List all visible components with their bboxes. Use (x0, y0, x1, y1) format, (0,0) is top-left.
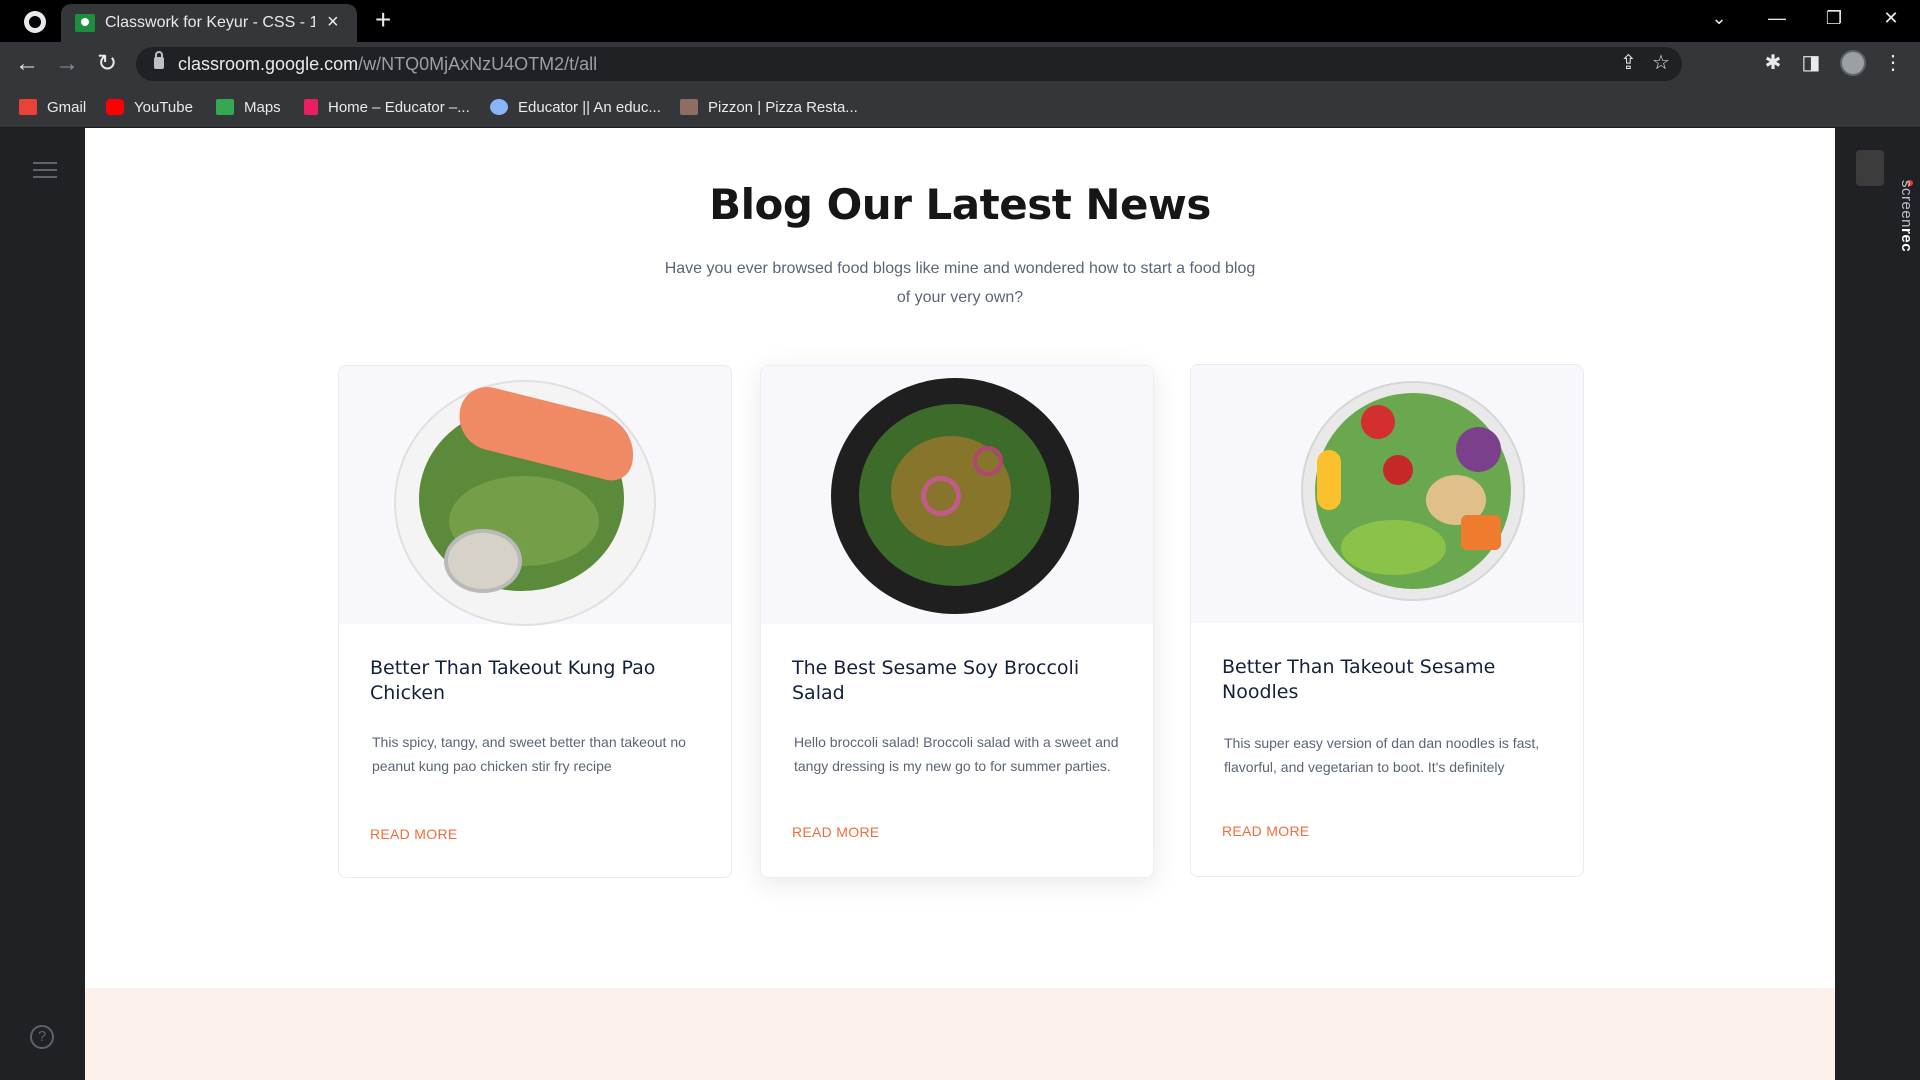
tab-title: Classwork for Keyur - CSS - 10AM (105, 14, 315, 31)
bookmark-educator-home[interactable]: Home – Educator –... (304, 96, 470, 118)
educator-icon (304, 99, 318, 115)
bookmark-label: Gmail (47, 98, 87, 116)
help-icon[interactable]: ? (30, 1025, 54, 1049)
gmail-icon (19, 99, 37, 115)
main-menu-icon[interactable] (33, 162, 57, 178)
bookmark-label: Maps (244, 98, 281, 116)
card-excerpt: This spicy, tangy, and sweet better than… (372, 734, 686, 774)
maps-icon (216, 99, 234, 115)
read-more-link[interactable]: READ MORE (370, 826, 458, 842)
bookmarks-bar: Gmail YouTube Maps Home – Educator –... … (0, 86, 1920, 128)
bookmark-star-icon[interactable]: ☆ (1652, 51, 1670, 75)
read-more-link[interactable]: READ MORE (792, 824, 880, 840)
tab-close-icon[interactable]: × (327, 11, 339, 33)
pizzon-icon (680, 99, 698, 115)
bookmark-educator[interactable]: Educator || An educ... (490, 96, 661, 118)
classroom-favicon-icon (75, 14, 95, 32)
tab-search-chevron-icon[interactable]: ⌄ (1704, 8, 1734, 28)
active-tab[interactable]: Classwork for Keyur - CSS - 10AM × (61, 4, 357, 42)
bookmark-label: YouTube (134, 98, 193, 116)
card-title[interactable]: The Best Sesame Soy Broccoli Salad (792, 656, 1092, 706)
side-panel-icon[interactable]: ◨ (1798, 50, 1824, 76)
bookmark-pizzon[interactable]: Pizzon | Pizza Resta... (680, 96, 858, 118)
blog-card: Better Than Takeout Kung Pao Chicken Thi… (338, 365, 732, 878)
restore-icon[interactable]: ❐ (1819, 8, 1849, 28)
card-excerpt: Hello broccoli salad! Broccoli salad wit… (794, 734, 1119, 774)
section-title: Blog Our Latest News (709, 180, 1211, 229)
next-section-band (85, 988, 1835, 1080)
classroom-account-avatar[interactable] (1856, 150, 1884, 186)
screenrec-prefix: screen (1898, 180, 1915, 229)
profile-avatar[interactable] (1840, 50, 1866, 76)
menu-kebab-icon[interactable]: ⋮ (1880, 50, 1906, 76)
screenrec-suffix: rec (1898, 228, 1915, 253)
reload-icon[interactable]: ↻ (92, 50, 122, 78)
browser-toolbar: ← → ↻ classroom.google.com/w/NTQ0MjAxNzU… (0, 42, 1920, 86)
bookmark-label: Home – Educator –... (328, 98, 470, 116)
broccoli-salad-image (761, 366, 1153, 624)
card-excerpt: This super easy version of dan dan noodl… (1224, 735, 1540, 775)
minimize-icon[interactable]: — (1762, 8, 1792, 28)
back-arrow-icon[interactable]: ← (12, 50, 42, 78)
new-tab-button[interactable]: + (375, 6, 391, 34)
youtube-icon (106, 99, 124, 115)
card-title[interactable]: Better Than Takeout Kung Pao Chicken (370, 656, 670, 706)
bookmark-label: Pizzon | Pizza Resta... (708, 98, 858, 116)
veggie-bowl-image (1191, 365, 1583, 623)
extensions-puzzle-icon[interactable]: ✱ (1760, 50, 1786, 76)
bookmark-youtube[interactable]: YouTube (106, 96, 193, 118)
read-more-link[interactable]: READ MORE (1222, 823, 1310, 839)
blog-preview: Blog Our Latest News Have you ever brows… (85, 128, 1835, 1080)
lock-icon[interactable] (154, 51, 164, 69)
address-bar[interactable]: classroom.google.com/w/NTQ0MjAxNzU4OTM2/… (136, 47, 1682, 81)
card-title[interactable]: Better Than Takeout Sesame Noodles (1222, 655, 1522, 705)
blog-card: The Best Sesame Soy Broccoli Salad Hello… (760, 365, 1154, 878)
section-subtitle: Have you ever browsed food blogs like mi… (664, 260, 1256, 306)
url-path: /w/NTQ0MjAxNzU4OTM2/t/all (358, 54, 598, 74)
tab-search-globe-icon[interactable] (24, 11, 46, 33)
screenrec-watermark: screenrec (1898, 180, 1915, 252)
share-icon[interactable]: ⇪ (1620, 51, 1637, 75)
bookmark-maps[interactable]: Maps (216, 96, 281, 118)
url-text[interactable]: classroom.google.com/w/NTQ0MjAxNzU4OTM2/… (178, 54, 597, 75)
educator-globe-icon (490, 99, 508, 115)
bookmark-gmail[interactable]: Gmail (19, 96, 86, 118)
salmon-salad-image (339, 366, 731, 626)
window-close-icon[interactable]: ✕ (1876, 8, 1906, 28)
forward-arrow-icon[interactable]: → (52, 50, 82, 78)
tab-strip: Classwork for Keyur - CSS - 10AM × + ⌄ —… (0, 0, 1920, 42)
bookmark-label: Educator || An educ... (518, 98, 661, 116)
blog-card: Better Than Takeout Sesame Noodles This … (1190, 364, 1584, 877)
url-host: classroom.google.com (178, 54, 359, 74)
